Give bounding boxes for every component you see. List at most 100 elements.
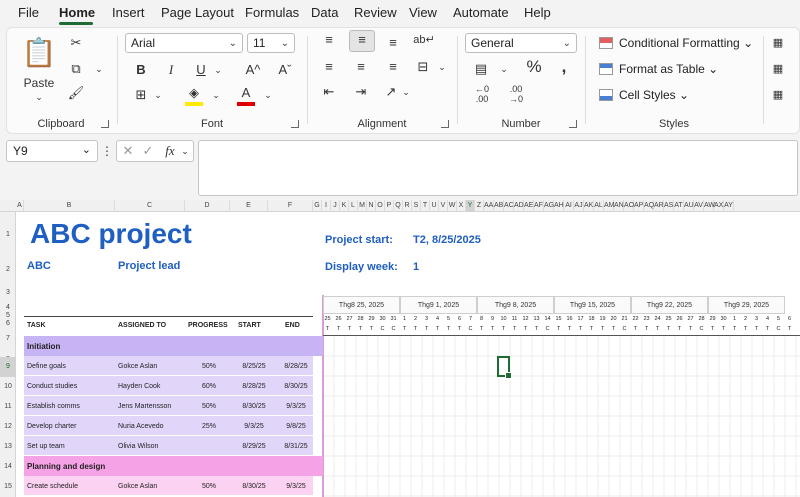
column-header-cell[interactable]: E — [230, 200, 268, 212]
cancel-icon[interactable]: ✕ — [121, 142, 135, 160]
increase-indent-icon[interactable]: ⇥ — [351, 83, 371, 101]
column-header-cell[interactable]: AY — [724, 200, 734, 212]
column-header-cell[interactable]: AP — [634, 200, 644, 212]
row-header-cell[interactable]: 14 — [0, 457, 16, 477]
decrease-indent-icon[interactable]: ⇤ — [319, 83, 339, 101]
table-row[interactable]: Define goals Gokce Aslan 50% 8/25/25 8/28/25 — [24, 356, 313, 376]
column-header-cell[interactable]: AK — [584, 200, 594, 212]
column-header-cell[interactable]: AJ — [574, 200, 584, 212]
format-painter-icon[interactable]: 🖌 — [67, 84, 85, 102]
italic-icon[interactable]: I — [163, 61, 179, 79]
column-header-cell[interactable]: AA — [484, 200, 494, 212]
column-header-cell[interactable]: Q — [394, 200, 403, 212]
table-row[interactable]: Develop charter Nuria Acevedo 25% 9/3/25 9/8… — [24, 416, 313, 436]
column-header-cell[interactable]: N — [367, 200, 376, 212]
menu-insert[interactable]: Insert — [112, 5, 145, 20]
copy-dropdown-icon[interactable]: ⌄ — [93, 60, 105, 78]
align-middle-icon[interactable]: ≡ — [349, 30, 375, 52]
column-header-cell[interactable]: Y — [466, 200, 475, 212]
underline-icon[interactable]: U — [193, 61, 209, 79]
align-bottom-icon[interactable]: ≡ — [383, 34, 403, 52]
row-header-cell[interactable]: 11 — [0, 397, 16, 417]
menu-formulas[interactable]: Formulas — [245, 5, 299, 20]
column-header-cell[interactable]: D — [185, 200, 230, 212]
menu-view[interactable]: View — [409, 5, 437, 20]
borders-icon[interactable]: ⊞ — [133, 86, 149, 104]
column-header-cell[interactable]: AX — [714, 200, 724, 212]
column-header-cell[interactable]: X — [457, 200, 466, 212]
column-header-cell[interactable]: T — [421, 200, 430, 212]
column-header-cell[interactable]: F — [268, 200, 313, 212]
enter-icon[interactable]: ✓ — [141, 142, 155, 160]
column-header-cell[interactable]: AF — [534, 200, 544, 212]
column-header-cell[interactable]: AV — [694, 200, 704, 212]
menu-file[interactable]: File — [18, 5, 39, 20]
more-options-icon[interactable]: ⋮ — [101, 142, 113, 160]
cell-styles-button[interactable]: Cell Styles ⌄ — [599, 88, 689, 102]
column-header-cell[interactable]: G — [313, 200, 322, 212]
align-left-icon[interactable]: ≡ — [319, 58, 339, 76]
align-center-icon[interactable]: ≡ — [351, 58, 371, 76]
percent-icon[interactable]: % — [523, 58, 545, 76]
paste-dropdown-icon[interactable]: ⌄ — [33, 88, 45, 106]
delete-cells-icon[interactable]: ▦ — [771, 60, 785, 78]
wrap-text-icon[interactable]: ab↵ — [413, 31, 435, 49]
row-header-cell[interactable]: 5 — [0, 312, 16, 320]
row-header-cell[interactable]: 10 — [0, 377, 16, 397]
row-header-cell[interactable]: 4 — [0, 304, 16, 312]
section-row[interactable]: Initiation — [24, 336, 313, 356]
row-header-cell[interactable]: 6 — [0, 320, 16, 328]
clipboard-launcher-icon[interactable] — [101, 120, 109, 128]
format-as-table-button[interactable]: Format as Table ⌄ — [599, 62, 718, 76]
insert-function-icon[interactable]: fx — [161, 142, 179, 160]
formula-input[interactable] — [198, 140, 798, 196]
column-header-cell[interactable]: AG — [544, 200, 554, 212]
accounting-format-icon[interactable]: ▤ — [471, 60, 491, 78]
column-header-cell[interactable]: AE — [524, 200, 534, 212]
column-header-cell[interactable]: AN — [614, 200, 624, 212]
fill-dropdown-icon[interactable]: ⌄ — [211, 86, 221, 104]
increase-decimal-icon[interactable]: ←0.00 — [469, 84, 495, 104]
row-header-cell[interactable]: 7 — [0, 328, 16, 350]
menu-data[interactable]: Data — [311, 5, 338, 20]
column-header-cell[interactable]: O — [376, 200, 385, 212]
column-header-cell[interactable]: B — [24, 200, 115, 212]
font-name-select[interactable]: Arial ⌄ — [125, 33, 243, 53]
font-size-select[interactable]: 11 ⌄ — [247, 33, 295, 53]
table-row[interactable]: Set up team Olivia Wilson 8/29/25 8/31/25 — [24, 436, 313, 456]
column-header-cell[interactable]: AL — [594, 200, 604, 212]
column-header-cell[interactable]: K — [340, 200, 349, 212]
insert-cells-icon[interactable]: ▦ — [771, 34, 785, 52]
orientation-icon[interactable]: ↗ — [381, 83, 401, 101]
orientation-dropdown-icon[interactable]: ⌄ — [401, 83, 411, 101]
column-header-cell[interactable]: S — [412, 200, 421, 212]
column-header-cell[interactable]: L — [349, 200, 358, 212]
menu-page-layout[interactable]: Page Layout — [161, 5, 234, 20]
decrease-font-icon[interactable]: Aˇ — [275, 61, 295, 79]
underline-dropdown-icon[interactable]: ⌄ — [213, 61, 223, 79]
column-header-cell[interactable]: V — [439, 200, 448, 212]
section-row[interactable]: Planning and design — [24, 456, 313, 476]
bold-icon[interactable]: B — [133, 61, 149, 79]
format-cells-icon[interactable]: ▦ — [771, 86, 785, 104]
name-box[interactable]: Y9 ⌄ — [6, 140, 98, 162]
row-header-cell[interactable]: 12 — [0, 417, 16, 437]
column-header-cell[interactable]: M — [358, 200, 367, 212]
decrease-decimal-icon[interactable]: .00 →0 — [503, 84, 529, 104]
merge-icon[interactable]: ⊟ — [413, 58, 433, 76]
column-header-cell[interactable]: AW — [704, 200, 715, 212]
column-header-cell[interactable]: W — [448, 200, 457, 212]
column-header-cell[interactable]: AH — [554, 200, 564, 212]
table-row[interactable]: Create schedule Gokce Aslan 50% 8/30/25 9/3/… — [24, 476, 313, 496]
column-header-cell[interactable]: U — [430, 200, 439, 212]
column-header-cell[interactable]: AI — [564, 200, 574, 212]
column-header-cell[interactable]: AT — [674, 200, 684, 212]
column-header-cell[interactable]: AD — [514, 200, 524, 212]
align-top-icon[interactable]: ≡ — [319, 31, 339, 49]
column-header-cell[interactable]: AU — [684, 200, 694, 212]
increase-font-icon[interactable]: A^ — [243, 61, 263, 79]
selected-cell[interactable] — [497, 356, 512, 379]
borders-dropdown-icon[interactable]: ⌄ — [153, 86, 163, 104]
row-header-cell[interactable]: 9 — [0, 357, 16, 377]
column-header-cell[interactable]: AO — [624, 200, 634, 212]
